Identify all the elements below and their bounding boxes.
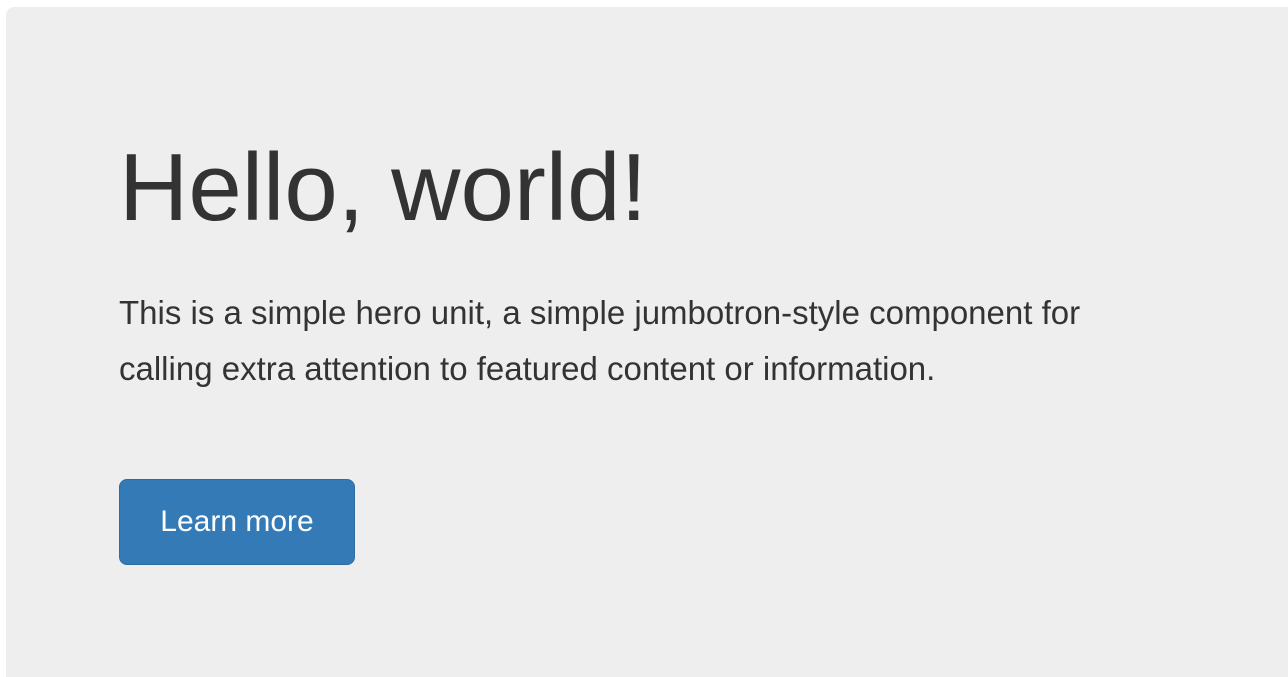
hero-title: Hello, world!: [119, 134, 648, 241]
hero-description: This is a simple hero unit, a simple jum…: [119, 294, 1081, 387]
jumbotron-hero: Hello, world! This is a simple hero unit…: [6, 7, 1288, 677]
learn-more-button[interactable]: Learn more: [119, 479, 355, 565]
